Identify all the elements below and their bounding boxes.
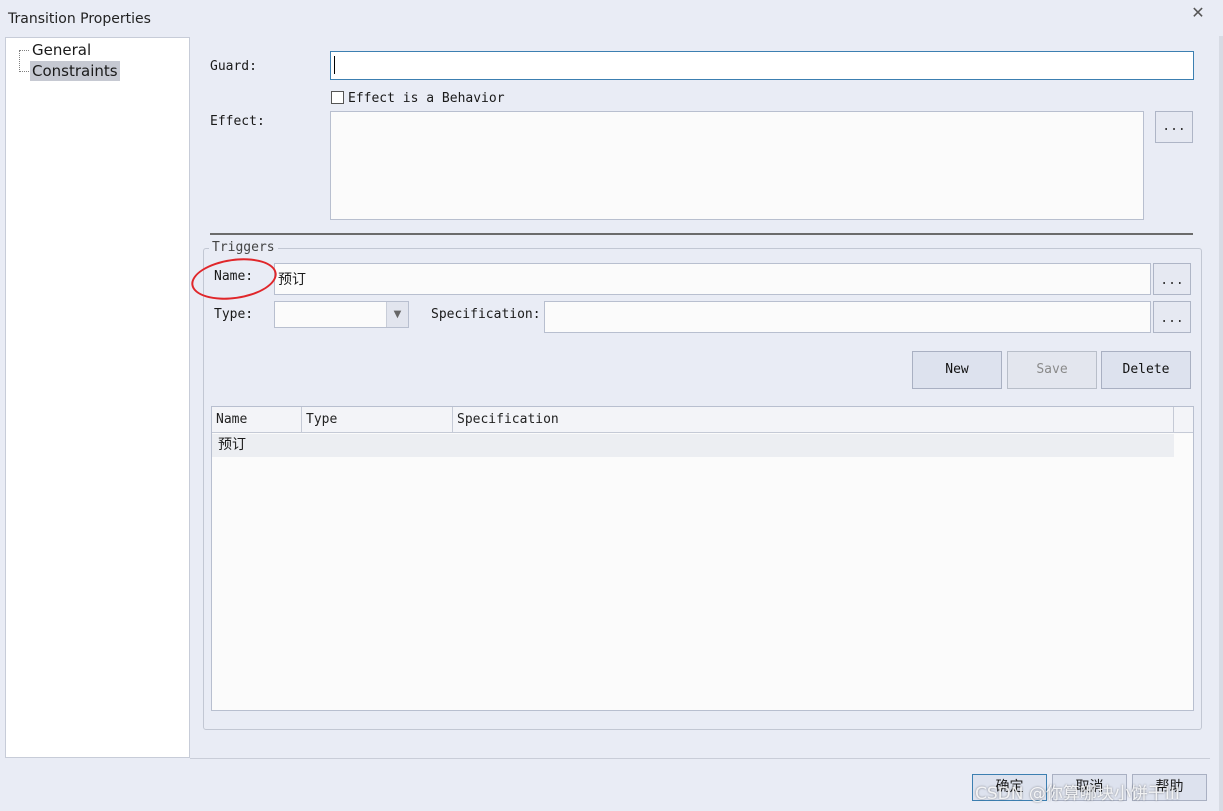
cancel-button[interactable]: 取消 [1052,774,1127,801]
divider [210,233,1193,235]
navigation-tree: General Constraints [5,37,190,758]
column-header-specification[interactable]: Specification [453,407,1174,432]
close-icon[interactable]: ✕ [1187,4,1209,22]
tree-item-constraints[interactable]: Constraints [30,61,120,81]
window-edge [1219,36,1223,811]
tree-connector [19,50,29,51]
tree-connector [19,71,29,72]
tree-connector [19,50,20,72]
trigger-type-label: Type: [214,307,254,322]
cell-name: 预订 [218,437,246,453]
title-bar: Transition Properties ✕ [0,0,1223,36]
effect-behavior-label: Effect is a Behavior [348,91,505,106]
tree-item-general[interactable]: General [30,40,93,60]
table-header: Name Type Specification [212,407,1193,433]
triggers-table: Name Type Specification 预订 [211,406,1194,711]
table-row[interactable]: 预订 [212,434,1174,457]
trigger-name-value: 预订 [278,272,306,288]
help-button[interactable]: 帮助 [1132,774,1207,801]
effect-textarea[interactable] [330,111,1144,220]
trigger-spec-browse-button[interactable]: ... [1153,301,1191,333]
trigger-spec-label: Specification: [431,307,541,322]
trigger-name-label: Name: [214,269,254,284]
ok-button[interactable]: 确定 [972,774,1047,801]
triggers-group-title: Triggers [209,240,278,255]
chevron-down-icon[interactable]: ▼ [386,302,408,327]
effect-browse-button[interactable]: ... [1155,111,1193,143]
window-title: Transition Properties [8,11,151,27]
trigger-name-input[interactable]: 预订 [274,263,1151,295]
trigger-spec-input[interactable] [544,301,1151,333]
trigger-type-select[interactable]: ▼ [274,301,409,328]
guard-label: Guard: [210,59,257,74]
new-button[interactable]: New [912,351,1002,389]
guard-input[interactable] [330,51,1194,80]
trigger-name-browse-button[interactable]: ... [1153,263,1191,295]
column-header-type[interactable]: Type [302,407,453,432]
column-header-name[interactable]: Name [212,407,302,432]
save-button[interactable]: Save [1007,351,1097,389]
effect-behavior-checkbox[interactable] [331,91,344,104]
delete-button[interactable]: Delete [1101,351,1191,389]
footer-divider [190,758,1210,759]
effect-label: Effect: [210,114,265,129]
text-caret [334,56,335,74]
